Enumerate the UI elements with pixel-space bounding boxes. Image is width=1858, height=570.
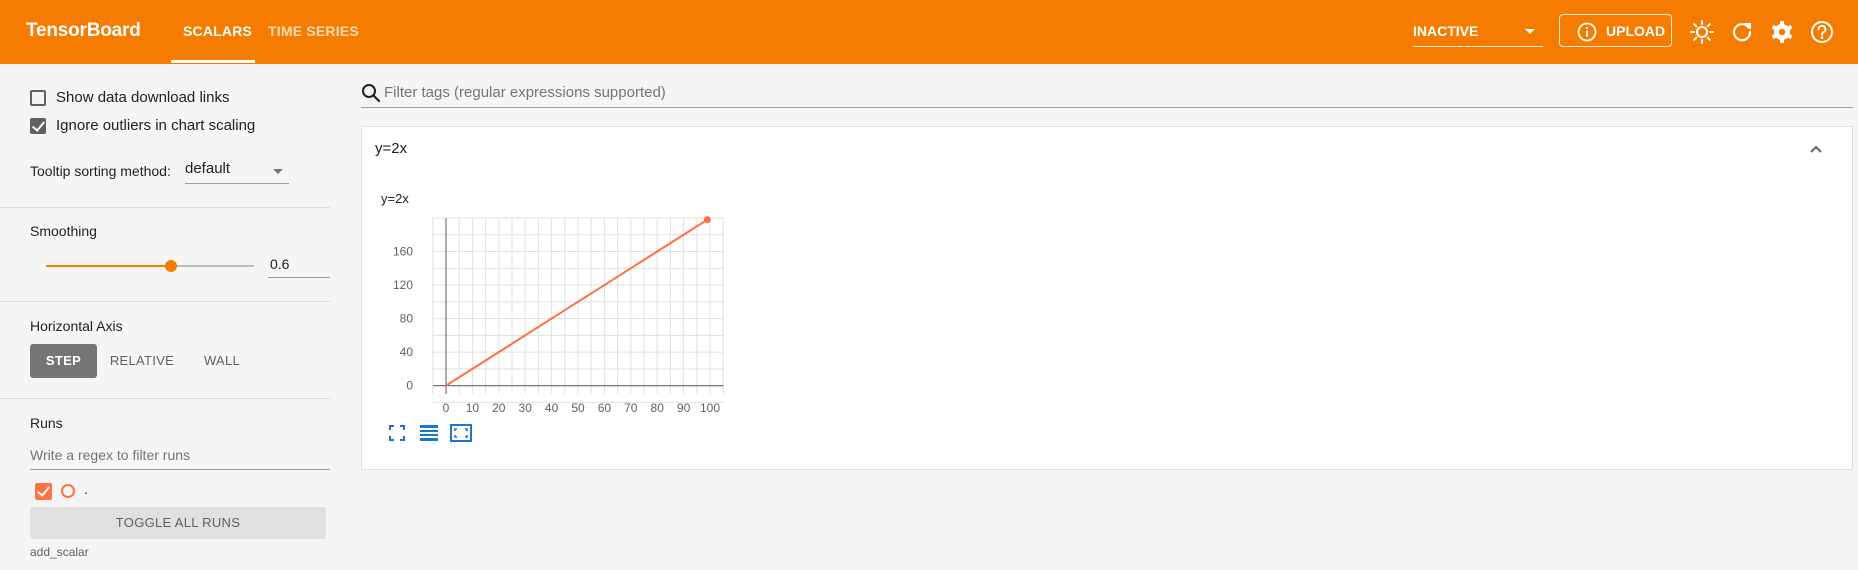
x-tick-label: 10	[466, 401, 480, 415]
chevron-down-icon	[1525, 29, 1535, 34]
x-tick-label: 100	[700, 401, 720, 415]
y-tick-label: 120	[393, 278, 413, 292]
y-tick-label: 160	[393, 245, 413, 259]
line-chart[interactable]: 0 10 20 30 40 50 60 70 80 90 100 0 40 80 120 160	[0, 0, 724, 420]
run-footer-label: add_scalar	[30, 545, 89, 559]
x-tick-label: 20	[492, 401, 506, 415]
toggle-all-runs-button[interactable]: TOGGLE ALL RUNS	[30, 507, 326, 539]
upload-button[interactable]: UPLOAD	[1559, 14, 1672, 47]
fit-domain-icon[interactable]	[450, 424, 472, 442]
series-last-point	[703, 216, 711, 224]
x-tick-label: 60	[598, 401, 612, 415]
run-status-select[interactable]: INACTIVE	[1413, 22, 1543, 47]
info-icon	[1577, 22, 1597, 42]
data-table-icon[interactable]	[419, 424, 439, 442]
y-tick-label: 40	[400, 345, 414, 359]
x-tick-label: 50	[571, 401, 585, 415]
run-name: .	[84, 481, 88, 497]
x-tick-label: 0	[443, 401, 450, 415]
upload-label: UPLOAD	[1606, 23, 1666, 39]
brightness-icon[interactable]	[1689, 19, 1715, 45]
settings-icon[interactable]	[1769, 19, 1795, 45]
x-tick-label: 70	[624, 401, 638, 415]
chevron-up-icon[interactable]	[1808, 141, 1824, 157]
y-tick-label: 0	[406, 379, 413, 393]
x-tick-label: 30	[519, 401, 533, 415]
x-tick-label: 40	[545, 401, 559, 415]
runs-filter-input[interactable]: Write a regex to filter runs	[30, 447, 190, 463]
refresh-icon[interactable]	[1729, 19, 1755, 45]
runs-filter-underline	[30, 469, 330, 470]
help-icon[interactable]	[1809, 19, 1835, 45]
y-tick-label: 80	[400, 312, 414, 326]
fullscreen-icon[interactable]	[389, 425, 405, 441]
x-tick-label: 90	[677, 401, 691, 415]
run-status-value: INACTIVE	[1413, 23, 1479, 39]
run-color-swatch[interactable]	[61, 484, 75, 498]
run-checkbox[interactable]	[35, 483, 52, 500]
x-tick-label: 80	[651, 401, 665, 415]
